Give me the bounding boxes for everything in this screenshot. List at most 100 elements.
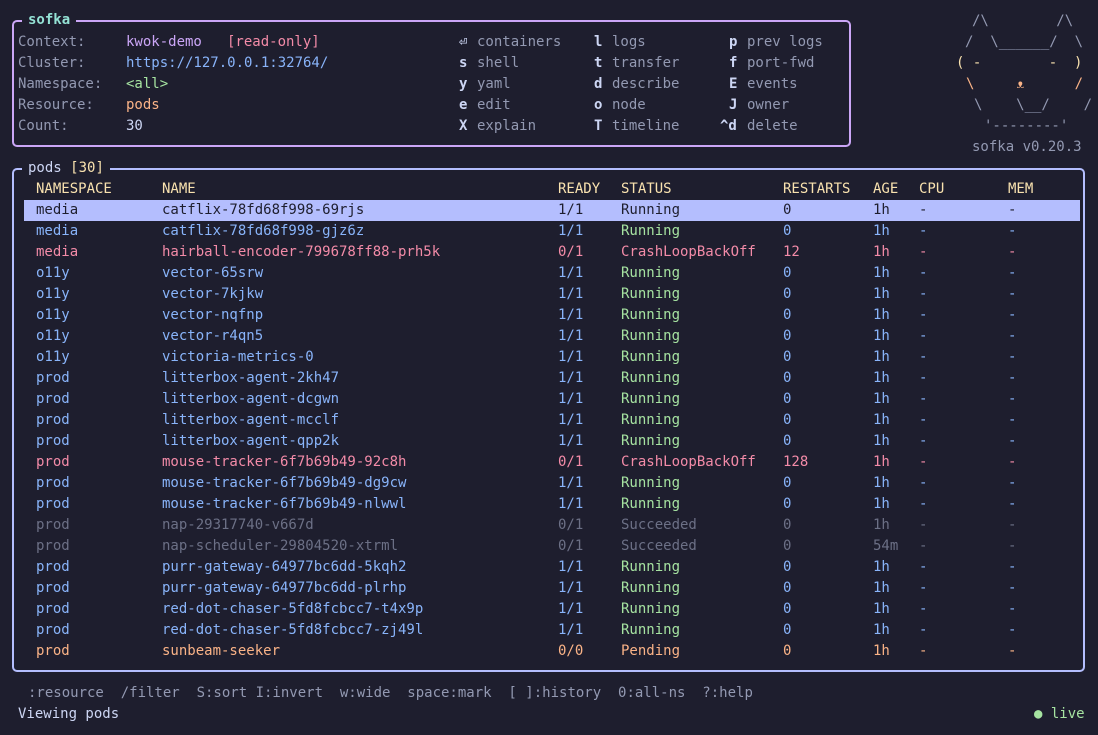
shortcut-key[interactable]: ⏎ bbox=[459, 32, 467, 53]
cell-mem: - bbox=[1008, 412, 1017, 428]
table-row[interactable]: o11y vector-r4qn5 1/1 Running 0 1h - - bbox=[24, 326, 1080, 347]
cell-mem: - bbox=[1008, 202, 1017, 218]
shortcut-key[interactable]: T bbox=[594, 116, 602, 137]
shortcut-action[interactable]: transfer bbox=[612, 53, 679, 74]
shortcut-key[interactable]: l bbox=[594, 32, 602, 53]
table-row[interactable]: o11y victoria-metrics-0 1/1 Running 0 1h - - bbox=[24, 347, 1080, 368]
table-row[interactable]: prod nap-scheduler-29804520-xtrml 0/1 Succe… bbox=[24, 536, 1080, 557]
column-header-age[interactable]: AGE bbox=[873, 179, 898, 200]
shortcut-key[interactable]: e bbox=[459, 95, 467, 116]
cell-age: 1h bbox=[873, 601, 890, 617]
shortcut-key[interactable]: d bbox=[594, 74, 602, 95]
cell-mem: - bbox=[1008, 622, 1017, 638]
table-row[interactable]: prod litterbox-agent-dcgwn 1/1 Running 0 1h - - bbox=[24, 389, 1080, 410]
cell-age: 1h bbox=[873, 265, 890, 281]
cell-ready: 0/1 bbox=[558, 244, 584, 260]
shortcut-action[interactable]: describe bbox=[612, 74, 679, 95]
cell-ready: 1/1 bbox=[558, 265, 584, 281]
cell-name: litterbox-agent-mcclf bbox=[162, 412, 340, 428]
shortcut-action[interactable]: prev logs bbox=[747, 32, 823, 53]
shortcut-key[interactable]: t bbox=[594, 53, 602, 74]
shortcut-key[interactable]: ^d bbox=[720, 116, 737, 137]
shortcut-key[interactable]: o bbox=[594, 95, 602, 116]
cell-ns: media bbox=[36, 244, 79, 260]
shortcut-action[interactable]: timeline bbox=[612, 116, 679, 137]
column-header-ready[interactable]: READY bbox=[558, 179, 600, 200]
cell-name: nap-29317740-v667d bbox=[162, 517, 314, 533]
column-header-name[interactable]: NAME bbox=[162, 179, 196, 200]
shortcut-action[interactable]: delete bbox=[747, 116, 798, 137]
cell-ns: o11y bbox=[36, 349, 70, 365]
cell-ready: 1/1 bbox=[558, 328, 584, 344]
live-dot-icon: ● bbox=[1034, 706, 1043, 722]
cell-ready: 1/1 bbox=[558, 370, 584, 386]
table-row[interactable]: media hairball-encoder-799678ff88-prh5k 0/… bbox=[24, 242, 1080, 263]
table-row[interactable]: media catflix-78fd68f998-gjz6z 1/1 Running 0… bbox=[24, 221, 1080, 242]
cell-restarts: 0 bbox=[783, 328, 792, 344]
cell-ready: 1/1 bbox=[558, 223, 584, 239]
shortcut-key[interactable]: f bbox=[729, 53, 737, 74]
column-header-status[interactable]: STATUS bbox=[621, 179, 672, 200]
shortcut-key[interactable]: y bbox=[459, 74, 467, 95]
keyboard-hints: :resource /filter S:sort I:invert w:wide… bbox=[28, 685, 753, 701]
table-row[interactable]: o11y vector-7kjkw 1/1 Running 0 1h - - bbox=[24, 284, 1080, 305]
table-row[interactable]: prod purr-gateway-64977bc6dd-plrhp 1/1 Runn… bbox=[24, 578, 1080, 599]
cell-cpu: - bbox=[919, 622, 928, 638]
cell-cpu: - bbox=[919, 517, 928, 533]
cell-restarts: 0 bbox=[783, 517, 792, 533]
shortcut-key[interactable]: p bbox=[729, 32, 737, 53]
shortcut-action[interactable]: owner bbox=[747, 95, 789, 116]
table-row[interactable]: prod purr-gateway-64977bc6dd-5kqh2 1/1 Runn… bbox=[24, 557, 1080, 578]
shortcut-action[interactable]: containers bbox=[477, 32, 561, 53]
table-row[interactable]: prod sunbeam-seeker 0/0 Pending 0 1h - - bbox=[24, 641, 1080, 662]
live-indicator: ● live bbox=[1034, 704, 1085, 725]
cell-ns: prod bbox=[36, 370, 70, 386]
cell-name: purr-gateway-64977bc6dd-plrhp bbox=[162, 580, 407, 596]
column-header-mem[interactable]: MEM bbox=[1008, 179, 1033, 200]
shortcut-action[interactable]: explain bbox=[477, 116, 536, 137]
table-row[interactable]: media catflix-78fd68f998-69rjs 1/1 Running 0… bbox=[24, 200, 1080, 221]
shortcut-action[interactable]: logs bbox=[612, 32, 646, 53]
readonly-badge: [read-only] bbox=[227, 34, 320, 50]
cell-name: catflix-78fd68f998-gjz6z bbox=[162, 223, 365, 239]
shortcut-action[interactable]: edit bbox=[477, 95, 511, 116]
shortcut-key[interactable]: E bbox=[729, 74, 737, 95]
table-row[interactable]: prod red-dot-chaser-5fd8fcbcc7-zj49l 1/1 Ru… bbox=[24, 620, 1080, 641]
shortcut-action[interactable]: events bbox=[747, 74, 798, 95]
cell-restarts: 0 bbox=[783, 433, 792, 449]
shortcut-action[interactable]: yaml bbox=[477, 74, 511, 95]
cell-cpu: - bbox=[919, 370, 928, 386]
table-row[interactable]: prod mouse-tracker-6f7b69b49-dg9cw 1/1 Runn… bbox=[24, 473, 1080, 494]
column-header-namespace[interactable]: NAMESPACE bbox=[36, 179, 112, 200]
cell-restarts: 0 bbox=[783, 307, 792, 323]
context-value: kwok-demo bbox=[126, 34, 202, 50]
shortcut-key[interactable]: s bbox=[459, 53, 467, 74]
cell-cpu: - bbox=[919, 496, 928, 512]
context-value: 30 bbox=[126, 118, 143, 134]
cell-restarts: 0 bbox=[783, 412, 792, 428]
table-resource: pods bbox=[28, 160, 62, 176]
table-row[interactable]: o11y vector-65srw 1/1 Running 0 1h - - bbox=[24, 263, 1080, 284]
table-row[interactable]: prod mouse-tracker-6f7b69b49-nlwwl 1/1 Runn… bbox=[24, 494, 1080, 515]
cell-cpu: - bbox=[919, 328, 928, 344]
table-row[interactable]: prod red-dot-chaser-5fd8fcbcc7-t4x9p 1/1 Ru… bbox=[24, 599, 1080, 620]
cell-status: Running bbox=[621, 286, 681, 302]
shortcut-key[interactable]: J bbox=[729, 95, 737, 116]
shortcut-key[interactable]: X bbox=[459, 116, 467, 137]
cell-mem: - bbox=[1008, 223, 1017, 239]
shortcut-action[interactable]: node bbox=[612, 95, 646, 116]
table-row[interactable]: prod nap-29317740-v667d 0/1 Succeeded 0 1h - - bbox=[24, 515, 1080, 536]
cell-status: Running bbox=[621, 580, 681, 596]
table-row[interactable]: o11y vector-nqfnp 1/1 Running 0 1h - - bbox=[24, 305, 1080, 326]
column-header-restarts[interactable]: RESTARTS bbox=[783, 179, 850, 200]
table-row[interactable]: prod litterbox-agent-mcclf 1/1 Running 0 1h - - bbox=[24, 410, 1080, 431]
table-row[interactable]: prod litterbox-agent-qpp2k 1/1 Running 0 1h - - bbox=[24, 431, 1080, 452]
cell-ready: 1/1 bbox=[558, 412, 584, 428]
cell-status: Running bbox=[621, 265, 681, 281]
shortcut-action[interactable]: shell bbox=[477, 53, 519, 74]
cell-ready: 1/1 bbox=[558, 580, 584, 596]
column-header-cpu[interactable]: CPU bbox=[919, 179, 944, 200]
table-row[interactable]: prod litterbox-agent-2kh47 1/1 Running 0 1h - - bbox=[24, 368, 1080, 389]
shortcut-action[interactable]: port-fwd bbox=[747, 53, 814, 74]
table-row[interactable]: prod mouse-tracker-6f7b69b49-92c8h 0/1 Cras… bbox=[24, 452, 1080, 473]
